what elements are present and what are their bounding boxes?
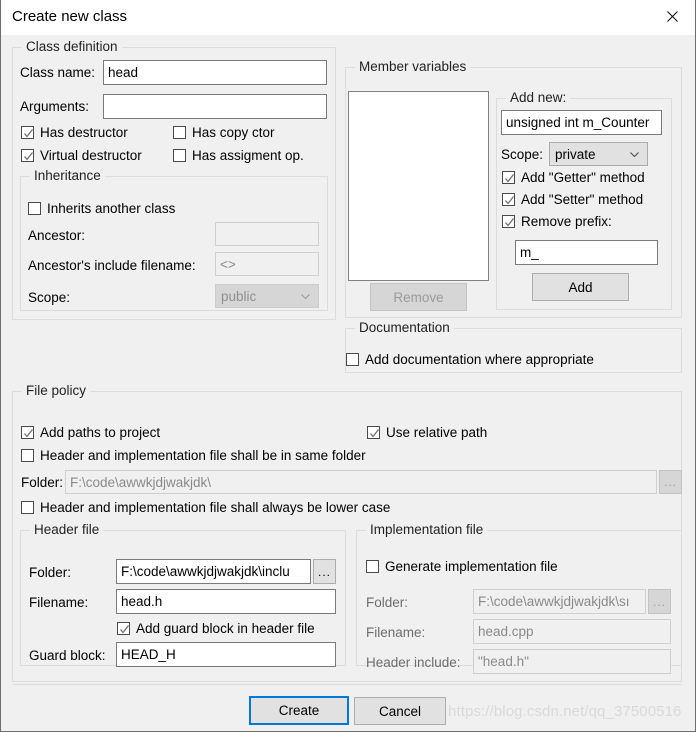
member-variables-list[interactable] bbox=[348, 91, 489, 281]
class-name-label: Class name: bbox=[20, 65, 96, 80]
inheritance-scope-select[interactable]: public bbox=[215, 284, 319, 308]
checkbox-box bbox=[21, 149, 34, 162]
footer-divider bbox=[13, 684, 682, 685]
guard-block-input[interactable]: HEAD_H bbox=[116, 642, 336, 667]
header-folder-label: Folder: bbox=[29, 565, 72, 580]
add-paths-to-project-checkbox[interactable]: Add paths to project bbox=[21, 425, 160, 440]
member-variables-legend: Member variables bbox=[355, 59, 471, 74]
has-destructor-label: Has destructor bbox=[40, 125, 128, 140]
impl-folder-label: Folder: bbox=[366, 595, 409, 610]
use-relative-path-checkbox[interactable]: Use relative path bbox=[367, 425, 487, 440]
checkbox-box bbox=[21, 501, 34, 514]
inheritance-legend: Inheritance bbox=[30, 168, 105, 183]
has-assignment-op-label: Has assigment op. bbox=[192, 148, 304, 163]
generate-implementation-checkbox[interactable]: Generate implementation file bbox=[366, 559, 558, 574]
generate-implementation-label: Generate implementation file bbox=[385, 559, 558, 574]
page-title: Create new class bbox=[12, 8, 128, 25]
add-getter-label: Add "Getter" method bbox=[521, 170, 645, 185]
impl-filename-input[interactable]: head.cpp bbox=[473, 619, 671, 644]
checkbox-box bbox=[366, 560, 379, 573]
checkbox-box bbox=[367, 426, 380, 439]
checkbox-box bbox=[21, 426, 34, 439]
member-scope-select[interactable]: private bbox=[549, 142, 648, 166]
add-getter-checkbox[interactable]: Add "Getter" method bbox=[502, 170, 645, 185]
checkbox-box bbox=[346, 353, 359, 366]
checkbox-box bbox=[502, 193, 515, 206]
class-definition-legend: Class definition bbox=[22, 39, 122, 54]
ancestor-label: Ancestor: bbox=[28, 228, 86, 243]
ancestor-include-input[interactable]: <> bbox=[215, 252, 319, 276]
add-button[interactable]: Add bbox=[532, 273, 629, 301]
checkbox-box bbox=[502, 215, 515, 228]
virtual-destructor-checkbox[interactable]: Virtual destructor bbox=[21, 148, 142, 163]
arguments-label: Arguments: bbox=[20, 99, 90, 114]
documentation-legend: Documentation bbox=[355, 320, 454, 335]
chevron-down-icon bbox=[630, 152, 639, 157]
header-folder-browse-button[interactable]: ... bbox=[313, 559, 336, 584]
add-documentation-label: Add documentation where appropriate bbox=[365, 352, 594, 367]
class-name-input[interactable]: head bbox=[103, 60, 327, 85]
file-policy-folder-input[interactable]: F:\code\awwkjdjwakjdk\ bbox=[65, 470, 657, 494]
lower-case-label: Header and implementation file shall alw… bbox=[40, 500, 391, 515]
file-policy-legend: File policy bbox=[22, 383, 91, 398]
virtual-destructor-label: Virtual destructor bbox=[40, 148, 142, 163]
header-folder-input[interactable]: F:\code\awwkjdjwakjdk\inclu bbox=[116, 559, 311, 584]
add-paths-to-project-label: Add paths to project bbox=[40, 425, 161, 440]
watermark-text: https://blog.csdn.net/qq_37500516 bbox=[448, 703, 682, 720]
has-copy-ctor-label: Has copy ctor bbox=[192, 125, 275, 140]
file-policy-folder-label: Folder: bbox=[21, 475, 64, 490]
cancel-button[interactable]: Cancel bbox=[354, 697, 446, 725]
checkbox-box bbox=[28, 202, 41, 215]
header-include-label: Header include: bbox=[366, 655, 461, 670]
remove-button[interactable]: Remove bbox=[370, 283, 467, 311]
inheritance-scope-label: Scope: bbox=[28, 290, 71, 305]
impl-filename-label: Filename: bbox=[366, 625, 426, 640]
impl-folder-input[interactable]: F:\code\awwkjdjwakjdk\sı bbox=[473, 589, 646, 614]
checkbox-box bbox=[173, 126, 186, 139]
inherits-another-class-checkbox[interactable]: Inherits another class bbox=[28, 201, 175, 216]
prefix-input[interactable]: m_ bbox=[515, 240, 658, 265]
header-filename-label: Filename: bbox=[29, 595, 89, 610]
use-relative-path-label: Use relative path bbox=[386, 425, 488, 440]
same-folder-label: Header and implementation file shall be … bbox=[40, 448, 366, 463]
impl-folder-browse-button[interactable]: ... bbox=[648, 589, 671, 614]
header-filename-input[interactable]: head.h bbox=[116, 589, 336, 614]
checkbox-box bbox=[502, 171, 515, 184]
member-scope-label: Scope: bbox=[501, 147, 544, 162]
add-new-legend: Add new: bbox=[506, 90, 571, 105]
member-scope-value: private bbox=[555, 146, 596, 162]
lower-case-checkbox[interactable]: Header and implementation file shall alw… bbox=[21, 500, 390, 515]
header-include-input[interactable]: "head.h" bbox=[473, 649, 671, 674]
header-file-legend: Header file bbox=[30, 522, 104, 537]
add-guard-block-label: Add guard block in header file bbox=[136, 621, 315, 636]
ancestor-include-label: Ancestor's include filename: bbox=[28, 258, 196, 273]
chevron-down-icon bbox=[301, 294, 310, 299]
close-icon[interactable] bbox=[649, 0, 695, 32]
new-member-declaration-input[interactable]: unsigned int m_Counter bbox=[501, 110, 662, 135]
file-policy-browse-button[interactable]: ... bbox=[659, 470, 682, 494]
ancestor-input[interactable] bbox=[215, 222, 319, 246]
inherits-another-class-label: Inherits another class bbox=[47, 201, 176, 216]
implementation-file-legend: Implementation file bbox=[366, 522, 488, 537]
arguments-input[interactable] bbox=[103, 94, 327, 119]
add-guard-block-checkbox[interactable]: Add guard block in header file bbox=[117, 621, 315, 636]
create-button[interactable]: Create bbox=[249, 696, 349, 725]
title-bar: Create new class bbox=[1, 0, 695, 35]
has-copy-ctor-checkbox[interactable]: Has copy ctor bbox=[173, 125, 275, 140]
same-folder-checkbox[interactable]: Header and implementation file shall be … bbox=[21, 448, 366, 463]
has-destructor-checkbox[interactable]: Has destructor bbox=[21, 125, 128, 140]
remove-prefix-checkbox[interactable]: Remove prefix: bbox=[502, 214, 612, 229]
remove-prefix-label: Remove prefix: bbox=[521, 214, 612, 229]
checkbox-box bbox=[117, 622, 130, 635]
checkbox-box bbox=[173, 149, 186, 162]
checkbox-box bbox=[21, 449, 34, 462]
guard-block-label: Guard block: bbox=[29, 648, 106, 663]
has-assignment-op-checkbox[interactable]: Has assigment op. bbox=[173, 148, 304, 163]
create-new-class-dialog: Create new class Class definition Class … bbox=[0, 0, 696, 732]
add-setter-label: Add "Setter" method bbox=[521, 192, 644, 207]
add-documentation-checkbox[interactable]: Add documentation where appropriate bbox=[346, 352, 594, 367]
checkbox-box bbox=[21, 126, 34, 139]
add-setter-checkbox[interactable]: Add "Setter" method bbox=[502, 192, 643, 207]
inheritance-scope-value: public bbox=[221, 288, 257, 304]
